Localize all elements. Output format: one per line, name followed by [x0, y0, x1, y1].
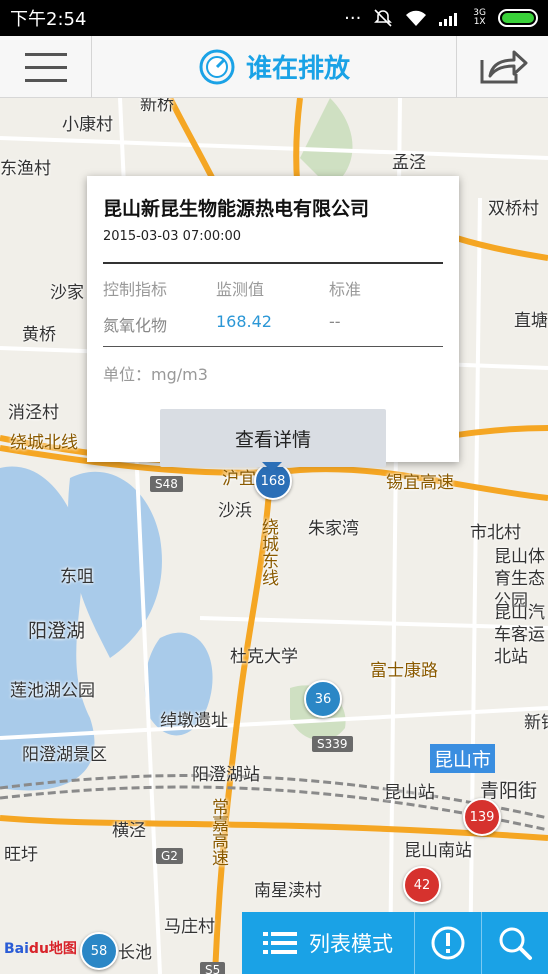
indicator-name: 氮氧化物	[103, 316, 168, 335]
place-label: 新桥	[140, 98, 174, 115]
road-shield: S339	[312, 736, 353, 752]
column-header: 标准	[329, 280, 362, 299]
hamburger-icon	[24, 52, 67, 82]
list-mode-button[interactable]: 列表模式	[242, 912, 414, 974]
place-label: 沙家	[50, 283, 84, 303]
more-icon: ···	[344, 7, 362, 29]
company-name: 昆山新昆生物能源热电有限公司	[103, 198, 370, 220]
place-label: 阳澄湖	[28, 620, 86, 642]
status-icons: ··· 3G 1X	[344, 8, 538, 29]
road-shield: S5	[200, 962, 226, 974]
place-label: 绰墩遗址	[160, 711, 228, 731]
list-mode-label: 列表模式	[309, 932, 393, 956]
header-title-group: 谁在排放	[92, 48, 456, 86]
place-label: 小康村	[62, 115, 113, 135]
place-label: 黄桥	[22, 325, 56, 345]
road-label: 锡宜高速	[386, 473, 454, 493]
place-label: 横泾	[112, 821, 146, 841]
road-label: 富士康路	[370, 661, 438, 681]
menu-button[interactable]	[0, 35, 92, 98]
station-marker[interactable]: 139	[463, 798, 501, 836]
column-header: 控制指标	[103, 280, 168, 299]
place-label: 直塘	[514, 311, 548, 331]
indicator-table-row: 氮氧化物 168.42 --	[103, 312, 443, 336]
signal-icon	[439, 13, 458, 26]
divider	[103, 262, 443, 264]
place-label: 旺圩	[4, 845, 38, 865]
place-label: 消泾村	[8, 403, 59, 423]
status-bar: 下午2:54 ··· 3G 1X	[0, 0, 548, 36]
station-marker[interactable]: 42	[403, 866, 441, 904]
road-label: 绕城东线	[258, 518, 278, 586]
network-type: 3G 1X	[473, 8, 486, 27]
place-label: 市北村	[470, 523, 521, 543]
place-label: 阳澄湖站	[192, 765, 260, 785]
road-label: 常嘉高速	[208, 798, 228, 866]
place-label: 朱家湾	[308, 519, 359, 539]
app-header: 谁在排放	[0, 35, 548, 98]
road-shield: G2	[156, 848, 183, 864]
place-label: 东咀	[60, 567, 94, 587]
place-label: 杜克大学	[230, 647, 298, 667]
list-icon	[263, 932, 297, 954]
station-marker[interactable]: 58	[80, 932, 118, 970]
baidu-map-logo: Baidu地图	[4, 941, 77, 957]
place-label: 昆山南站	[404, 841, 472, 861]
bottom-toolbar: 列表模式	[242, 912, 548, 974]
place-label: 莲池湖公园	[10, 681, 95, 701]
place-label: 新镇	[524, 713, 548, 733]
place-label: 东渔村	[0, 159, 51, 179]
search-button[interactable]	[481, 912, 548, 974]
popup-pointer	[262, 462, 282, 472]
indicator-table-header: 控制指标 监测值 标准	[103, 276, 443, 300]
alert-button[interactable]	[414, 912, 481, 974]
battery-icon	[498, 9, 538, 27]
place-label: 昆山汽车客运北站	[494, 603, 545, 667]
city-label: 昆山市	[430, 744, 496, 773]
view-details-button[interactable]: 查看详情	[160, 409, 386, 467]
place-label: 孟泾	[392, 153, 426, 173]
road-shield: S48	[150, 476, 183, 492]
station-info-popup: 昆山新昆生物能源热电有限公司 2015-03-03 07:00:00 控制指标 …	[87, 176, 459, 467]
station-marker[interactable]: 36	[304, 680, 342, 718]
standard-value: --	[329, 312, 341, 331]
place-label: 昆山站	[384, 783, 435, 803]
mute-icon	[374, 9, 393, 27]
unit-label: 单位：mg/m3	[103, 365, 208, 384]
search-icon	[499, 927, 532, 960]
divider	[103, 346, 443, 347]
place-label: 阳澄湖景区	[22, 745, 107, 765]
place-label: 马庄村	[164, 917, 215, 937]
gauge-logo-icon	[199, 49, 235, 84]
road-label: 绕城北线	[10, 433, 78, 453]
share-icon	[480, 50, 527, 83]
column-header: 监测值	[216, 280, 265, 299]
place-label: 南星渎村	[254, 881, 322, 901]
page-title: 谁在排放	[245, 54, 350, 84]
place-label: 双桥村	[488, 199, 539, 219]
share-button[interactable]	[456, 35, 548, 98]
place-label: 长池	[118, 943, 152, 963]
measurement-datetime: 2015-03-03 07:00:00	[103, 229, 242, 244]
place-label: 沙浜	[218, 501, 252, 521]
exclamation-icon	[431, 926, 465, 960]
wifi-icon	[406, 10, 427, 26]
monitored-value: 168.42	[216, 312, 272, 331]
status-time: 下午2:54	[10, 9, 87, 30]
